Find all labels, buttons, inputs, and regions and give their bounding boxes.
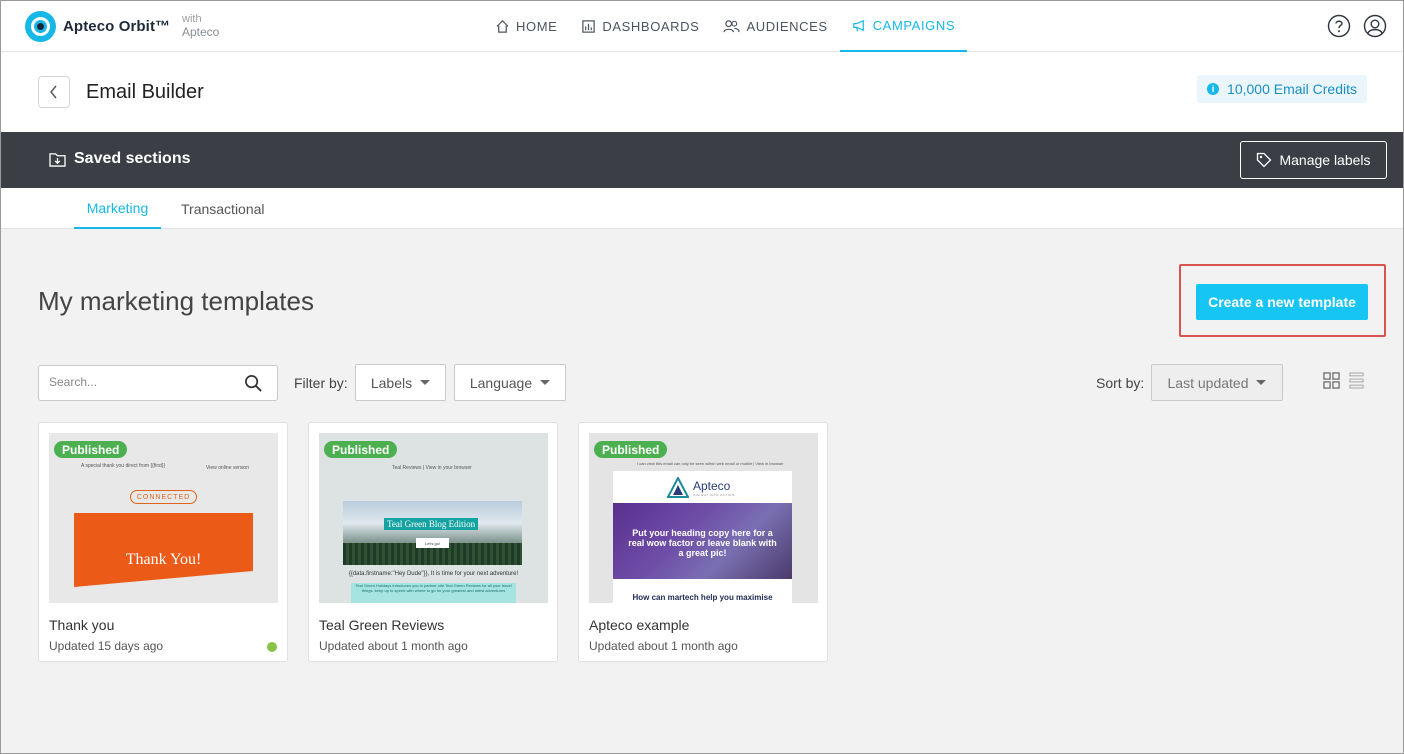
template-card[interactable]: Published I can view this email can only…: [578, 422, 828, 662]
create-template-button[interactable]: Create a new template: [1196, 284, 1368, 320]
top-right-icons: [1327, 14, 1387, 38]
template-tabs: Marketing Transactional: [1, 188, 1403, 229]
connected-logo: CONNECTED: [130, 490, 197, 504]
template-preview[interactable]: Published I can view this email can only…: [589, 433, 818, 603]
template-updated: Updated 15 days ago: [49, 639, 164, 653]
tab-marketing[interactable]: Marketing: [74, 188, 161, 229]
nav-audiences[interactable]: AUDIENCES: [711, 1, 839, 52]
banner-image: Teal Green Blog Edition Let's go!: [343, 501, 522, 565]
template-updated: Updated about 1 month ago: [589, 639, 738, 653]
brand-name: Apteco Orbit™: [63, 18, 171, 35]
apteco-logo: Apteco INSIGHT INTO ACTION: [667, 477, 735, 499]
nav-home[interactable]: HOME: [483, 1, 569, 52]
home-icon: [496, 20, 509, 33]
user-account-icon[interactable]: [1363, 14, 1387, 38]
caret-down-icon: [420, 380, 431, 385]
search-box: [38, 365, 278, 401]
help-icon[interactable]: [1327, 14, 1351, 38]
status-badge: Published: [594, 441, 668, 458]
hero-shape: [74, 513, 253, 587]
hero-text: Thank You!: [125, 551, 202, 568]
orbit-logo-icon: [25, 11, 56, 42]
list-view-icon[interactable]: [1349, 372, 1364, 389]
nav-dashboards[interactable]: DASHBOARDS: [569, 1, 711, 52]
dashboard-icon: [582, 20, 596, 33]
megaphone-icon: [852, 19, 864, 32]
caret-down-icon: [1256, 380, 1267, 385]
status-badge: Published: [324, 441, 398, 458]
tag-icon: [1257, 152, 1272, 168]
search-input[interactable]: [49, 375, 239, 389]
main-nav: HOME DASHBOARDS AUDIENCES CAMPAIGNS: [481, 1, 968, 52]
email-credits-badge: i 10,000 Email Credits: [1197, 75, 1367, 103]
folder-download-icon: [49, 152, 66, 167]
template-updated: Updated about 1 month ago: [319, 639, 468, 653]
template-name[interactable]: Teal Green Reviews: [319, 617, 444, 633]
email-body: Apteco INSIGHT INTO ACTION Put your head…: [613, 471, 792, 603]
manage-labels-button[interactable]: Manage labels: [1240, 141, 1387, 179]
status-dot: [267, 642, 277, 652]
caret-down-icon: [540, 380, 551, 385]
search-icon[interactable]: [244, 374, 263, 393]
view-toggle: [1323, 372, 1364, 389]
page-title: Email Builder: [86, 81, 204, 103]
template-preview[interactable]: Published A special thank you direct fro…: [49, 433, 278, 603]
section-title: My marketing templates: [38, 286, 314, 316]
back-button[interactable]: [38, 76, 70, 108]
template-preview[interactable]: Published Teal Reviews | View in your br…: [319, 433, 548, 603]
language-dropdown[interactable]: Language: [454, 364, 566, 401]
top-navbar: Apteco Orbit™ with Apteco HOME DASHBOARD…: [1, 1, 1403, 52]
filter-by-label: Filter by:: [294, 375, 348, 391]
grid-view-icon[interactable]: [1323, 372, 1340, 389]
saved-sections-button[interactable]: Saved sections: [49, 150, 191, 168]
hero-image: Put your heading copy here for a real wo…: [613, 503, 792, 579]
page-header: Email Builder i 10,000 Email Credits: [1, 52, 1403, 132]
brand-logo[interactable]: Apteco Orbit™: [25, 11, 170, 42]
template-name[interactable]: Thank you: [49, 617, 114, 633]
template-card[interactable]: Published Teal Reviews | View in your br…: [308, 422, 558, 662]
sort-by-label: Sort by:: [1096, 375, 1145, 391]
status-badge: Published: [54, 441, 128, 458]
chevron-left-icon: [50, 85, 57, 99]
sort-dropdown[interactable]: Last updated: [1151, 364, 1283, 401]
saved-sections-bar: Saved sections Manage labels: [1, 132, 1403, 188]
with-apteco: with Apteco: [182, 13, 220, 39]
template-name[interactable]: Apteco example: [589, 617, 689, 633]
template-card[interactable]: Published A special thank you direct fro…: [38, 422, 288, 662]
labels-dropdown[interactable]: Labels: [355, 364, 446, 401]
users-icon: [723, 20, 740, 33]
info-icon: i: [1207, 83, 1220, 95]
tab-transactional[interactable]: Transactional: [181, 188, 265, 229]
nav-campaigns[interactable]: CAMPAIGNS: [839, 1, 968, 52]
